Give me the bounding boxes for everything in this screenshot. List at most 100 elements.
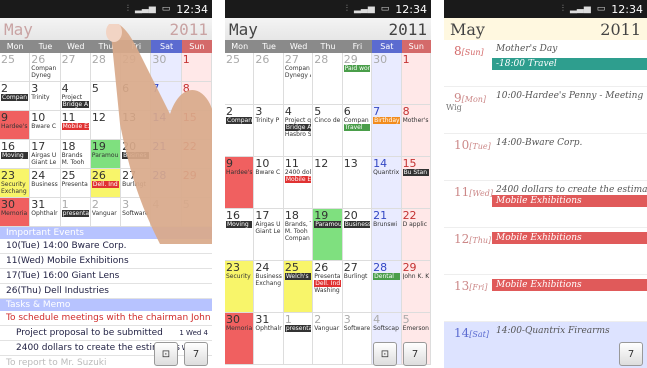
day-cell[interactable]: 5 Cinco de	[313, 105, 343, 157]
day-cell[interactable]: 16 Moving	[0, 140, 31, 169]
day-cell[interactable]: 26 Compan Dyneg	[30, 53, 61, 82]
day-cell[interactable]: 28	[90, 53, 122, 82]
today-button[interactable]: ⊡	[373, 342, 397, 366]
day-cell[interactable]: 27	[60, 53, 91, 82]
day-cell[interactable]: 3 Software	[121, 198, 152, 227]
day-cell[interactable]: 25 Welch's	[283, 261, 314, 313]
day-cell[interactable]: 10 Bware C	[30, 111, 61, 140]
day-cell[interactable]: 16 Moving	[225, 209, 255, 261]
day-cell[interactable]: 23 Security	[225, 261, 255, 313]
day-cell[interactable]: 1 presenta	[283, 313, 314, 365]
week-button[interactable]: 7	[184, 342, 208, 366]
day-cell[interactable]: 10 Bware C	[254, 157, 284, 209]
agenda-day[interactable]: 9[Mon] Wig 10:00-Hardee's Penny - Meeting	[444, 87, 647, 134]
important-event-item[interactable]: 10(Tue) 14:00 Bware Corp.	[0, 239, 212, 254]
day-cell[interactable]: 4 Project Bridge A	[60, 82, 91, 111]
day-cell[interactable]: 31 Ophthalr	[254, 313, 284, 365]
day-cell[interactable]: 15	[181, 111, 212, 140]
day-cell[interactable]: 2 Compan	[225, 105, 255, 157]
agenda-day[interactable]: 10[Tue] 14:00-Bware Corp.	[444, 134, 647, 181]
day-cell[interactable]: 1	[401, 53, 431, 105]
day-cell[interactable]: 23 Security Exchang	[0, 169, 31, 198]
day-cell[interactable]: 21 Brunswi	[372, 209, 402, 261]
day-cell[interactable]: 26 Dell. Ind	[90, 169, 122, 198]
important-event-item[interactable]: 11(Wed) Mobile Exhibitions	[0, 254, 212, 269]
day-cell[interactable]: 9 Hardee's	[225, 157, 255, 209]
day-cell[interactable]: 19 Paramou	[90, 140, 122, 169]
day-cell[interactable]: 17 Airgas U Giant Le	[254, 209, 284, 261]
day-cell[interactable]: 112400 dollMobile Exhibitions	[283, 157, 314, 209]
day-cell[interactable]: 6	[121, 82, 152, 111]
day-cell[interactable]: 12	[313, 157, 343, 209]
day-cell[interactable]: 7 Birthday	[372, 105, 402, 157]
day-cell[interactable]: 29	[181, 169, 212, 198]
day-cell[interactable]: 17 Airgas U Giant Le	[30, 140, 61, 169]
day-cell[interactable]: 26 Presenta Dell. Ind Washing	[313, 261, 343, 313]
important-event-item[interactable]: 17(Tue) 16:00 Giant Lens	[0, 269, 212, 284]
day-cell[interactable]: 3 Trinity P	[254, 105, 284, 157]
day-cell[interactable]: 18 Brands, T M. Tooh Compan	[283, 209, 314, 261]
important-event-item[interactable]: 26(Thu) Dell Industries	[0, 284, 212, 299]
day-cell[interactable]: 30	[372, 53, 402, 105]
agenda-day[interactable]: 13[Fri] Mobile Exhibitions	[444, 275, 647, 322]
day-cell[interactable]: 2 Compan	[0, 82, 31, 111]
day-cell[interactable]: 1 presenta	[60, 198, 91, 227]
day-cell[interactable]: 24 Business	[30, 169, 61, 198]
week-button[interactable]: 7	[403, 342, 427, 366]
day-cell[interactable]: 30 Memoria	[225, 313, 255, 365]
day-cell[interactable]: 29 Paid wor	[342, 53, 373, 105]
day-cell[interactable]: 3 Software	[342, 313, 373, 365]
day-cell[interactable]: 1	[181, 53, 212, 82]
day-cell[interactable]: 30	[151, 53, 182, 82]
task-item[interactable]: Project proposal to be submitted 1 Wed 4	[0, 326, 212, 341]
day-cell[interactable]: 2 Vanguar	[313, 313, 343, 365]
day-cell[interactable]: 31 Ophthalr	[30, 198, 61, 227]
task-item[interactable]: 2400 dollars to create the estimatesWed …	[0, 341, 212, 356]
day-cell[interactable]: 21	[151, 140, 182, 169]
day-cell[interactable]: 2 Vanguar	[90, 198, 122, 227]
task-item[interactable]: To report to Mr. Suzuki	[0, 356, 212, 368]
day-cell[interactable]: 29	[121, 53, 152, 82]
day-cell[interactable]: 22 D applic	[401, 209, 431, 261]
day-cell[interactable]: 7	[151, 82, 182, 111]
day-cell[interactable]: 22	[181, 140, 212, 169]
day-cell[interactable]: 9 Hardee's	[0, 111, 31, 140]
day-cell[interactable]: 20 Busines	[121, 140, 152, 169]
day-cell[interactable]: 13	[342, 157, 373, 209]
day-cell[interactable]: 4	[151, 198, 182, 227]
day-cell[interactable]: 28	[313, 53, 343, 105]
day-cell[interactable]: 8	[181, 82, 212, 111]
day-cell[interactable]: 3 Trinity	[30, 82, 61, 111]
day-cell[interactable]: 27 Burlingt	[121, 169, 152, 198]
day-cell[interactable]: 26	[254, 53, 284, 105]
agenda-day[interactable]: 14[Sat] 14:00-Quantrix Firearms	[444, 322, 647, 368]
day-cell[interactable]: 19 Paramou	[313, 209, 343, 261]
day-cell[interactable]: 14 Quantrix	[372, 157, 402, 209]
day-cell[interactable]: 5	[181, 198, 212, 227]
day-cell[interactable]: 6 Compan Travel	[342, 105, 373, 157]
today-button[interactable]: ⊡	[154, 342, 178, 366]
day-cell[interactable]: 11Mobile Exhibitions	[60, 111, 91, 140]
agenda-day[interactable]: 8[Sun] Mother's Day -18:00 Travel	[444, 40, 647, 87]
day-cell[interactable]: 28	[151, 169, 182, 198]
day-cell[interactable]: 8 Mother's	[401, 105, 431, 157]
agenda-day[interactable]: 12[Thu] Mobile Exhibitions	[444, 228, 647, 275]
day-cell[interactable]: 28 Dental	[372, 261, 402, 313]
week-button[interactable]: 7	[619, 342, 643, 366]
task-item[interactable]: To schedule meetings with the chairman J…	[0, 311, 212, 326]
agenda-day[interactable]: 11[Wed] 2400 dollars to create the estima…	[444, 181, 647, 228]
day-cell[interactable]: 12	[90, 111, 122, 140]
day-cell[interactable]: 27 Compan Dynegy A	[283, 53, 314, 105]
day-cell[interactable]: 25 Presenta	[60, 169, 91, 198]
day-cell[interactable]: 30 Memoria	[0, 198, 31, 227]
day-cell[interactable]: 29 John K. K	[401, 261, 431, 313]
day-cell[interactable]: 20 Business	[342, 209, 373, 261]
day-cell[interactable]: 15 Bu Stan	[401, 157, 431, 209]
day-cell[interactable]: 27 Burlingt	[342, 261, 373, 313]
day-cell[interactable]: 25	[0, 53, 31, 82]
day-cell[interactable]: 25	[225, 53, 255, 105]
day-cell[interactable]: 18 Brands M. Tooh	[60, 140, 91, 169]
day-cell[interactable]: 14	[151, 111, 182, 140]
day-cell[interactable]: 5	[90, 82, 122, 111]
day-cell[interactable]: 4 Project q Bridge A Hasbro S	[283, 105, 314, 157]
